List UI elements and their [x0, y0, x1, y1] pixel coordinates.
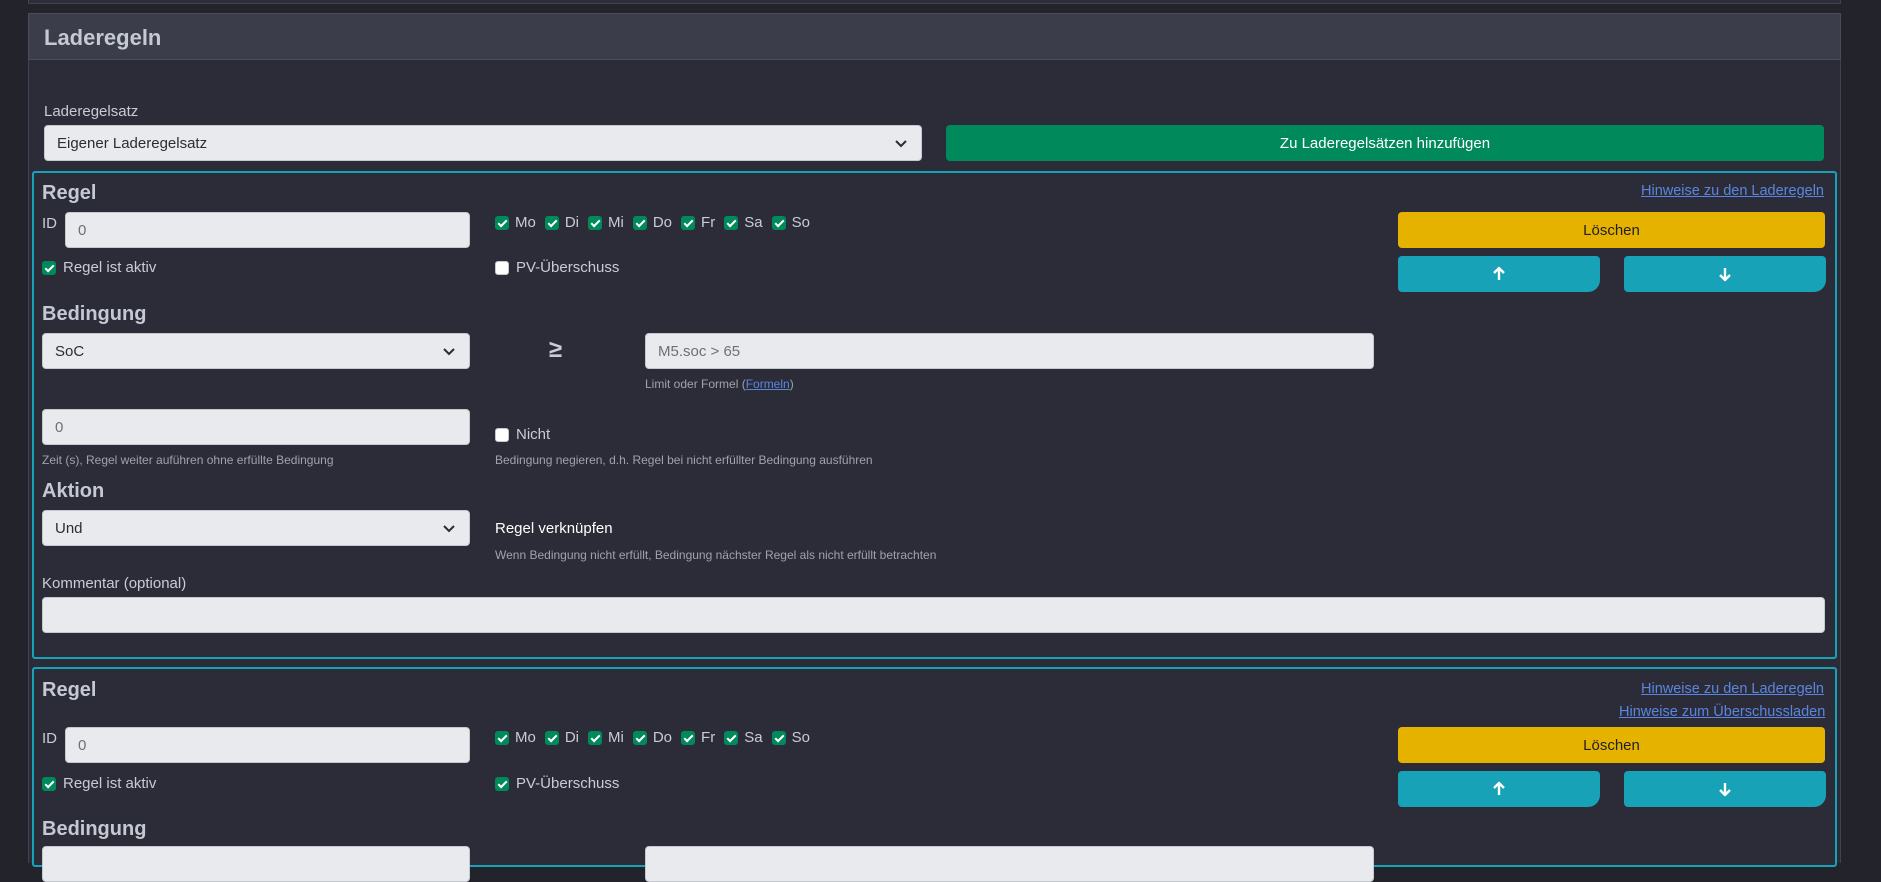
day-checkbox-mi[interactable]: Mi [588, 214, 624, 231]
pv-surplus-checkbox[interactable]: PV-Überschuss [495, 259, 619, 276]
checkbox-checked[interactable] [724, 215, 739, 230]
limit-help-text: Limit oder Formel (Formeln) [645, 377, 794, 391]
delay-time-value: 0 [55, 418, 64, 436]
hints-rules-link-2[interactable]: Hinweise zu den Laderegeln [1641, 681, 1824, 697]
negate-help: Bedingung negieren, d.h. Regel bei nicht… [495, 453, 873, 467]
day-checkbox-mi-2[interactable]: Mi [588, 729, 624, 746]
id-value-2: 0 [78, 736, 87, 754]
delete-button[interactable]: Löschen [1398, 212, 1825, 248]
day-checkbox-mo[interactable]: Mo [495, 214, 536, 231]
day-checkbox-fr-2[interactable]: Fr [681, 729, 715, 746]
day-checkbox-do-2[interactable]: Do [632, 729, 672, 746]
checkbox-checked[interactable] [771, 730, 786, 745]
day-checkbox-so-2[interactable]: So [771, 729, 810, 746]
day-checkbox-mo-2[interactable]: Mo [495, 729, 536, 746]
move-up-button[interactable] [1398, 256, 1600, 292]
comment-input[interactable] [42, 597, 1825, 633]
action-title: Aktion [42, 480, 105, 502]
day-checkbox-sa[interactable]: Sa [724, 214, 763, 231]
comment-label: Kommentar (optional) [42, 575, 187, 592]
checkbox-checked[interactable] [495, 215, 509, 230]
formulas-link[interactable]: Formeln [746, 377, 790, 391]
move-down-button-2[interactable] [1624, 771, 1826, 807]
rule-active-checkbox[interactable]: Regel ist aktiv [42, 259, 156, 276]
day-checkbox-di-2[interactable]: Di [544, 729, 579, 746]
delay-time-input[interactable]: 0 [42, 409, 470, 445]
checkbox-checked[interactable] [771, 215, 786, 230]
day-checkbox-fr[interactable]: Fr [681, 214, 715, 231]
hints-surplus-link[interactable]: Hinweise zum Überschussladen [1619, 704, 1825, 720]
day-checkbox-so[interactable]: So [771, 214, 810, 231]
checkbox-unchecked[interactable] [495, 427, 509, 442]
checkbox-checked[interactable] [42, 776, 56, 791]
ruleset-select[interactable]: Eigener Laderegelsatz [44, 125, 922, 161]
condition-title: Bedingung [42, 303, 147, 325]
condition-source-select-2[interactable] [42, 846, 470, 882]
checkbox-checked[interactable] [681, 215, 696, 230]
ruleset-label: Laderegelsatz [44, 103, 139, 120]
checkbox-checked[interactable] [42, 260, 56, 275]
id-input-2[interactable]: 0 [65, 727, 470, 763]
move-up-button-2[interactable] [1398, 771, 1600, 807]
card-title: Laderegeln [44, 25, 162, 50]
action-select-value: Und [55, 519, 83, 537]
condition-source-select[interactable]: SoC [42, 333, 470, 369]
chevron-down-icon [895, 140, 907, 148]
arrow-up-icon [1493, 266, 1505, 280]
limit-formula-value: M5.soc > 65 [658, 342, 741, 360]
checkbox-checked[interactable] [588, 215, 603, 230]
id-input[interactable]: 0 [65, 212, 470, 248]
rule-title-2: Regel [42, 679, 97, 701]
day-checkbox-do[interactable]: Do [632, 214, 672, 231]
limit-formula-input-2[interactable] [645, 846, 1374, 882]
weekday-checkboxes: Mo Di Mi Do Fr Sa So [495, 214, 819, 231]
checkbox-checked[interactable] [681, 730, 696, 745]
id-value: 0 [78, 221, 87, 239]
add-to-rulesets-button[interactable]: Zu Laderegelsätzen hinzufügen [946, 125, 1824, 161]
ruleset-select-value: Eigener Laderegelsatz [57, 134, 208, 152]
weekday-checkboxes-2: Mo Di Mi Do Fr Sa So [495, 729, 819, 746]
rule-active-checkbox-2[interactable]: Regel ist aktiv [42, 775, 156, 792]
id-label: ID [42, 215, 57, 232]
checkbox-unchecked[interactable] [495, 260, 509, 275]
checkbox-checked[interactable] [544, 730, 559, 745]
delay-time-help: Zeit (s), Regel weiter auführen ohne erf… [42, 453, 334, 467]
arrow-down-icon [1719, 268, 1731, 282]
operator-symbol: ≥ [549, 336, 563, 363]
arrow-down-icon [1719, 783, 1731, 797]
hints-rules-link[interactable]: Hinweise zu den Laderegeln [1641, 183, 1824, 199]
arrow-up-icon [1493, 781, 1505, 795]
checkbox-checked[interactable] [724, 730, 739, 745]
chevron-down-icon [443, 525, 455, 533]
checkbox-checked[interactable] [588, 730, 603, 745]
card-header [28, 13, 1841, 60]
condition-title-2: Bedingung [42, 818, 147, 840]
checkbox-checked[interactable] [495, 730, 509, 745]
checkbox-checked[interactable] [544, 215, 559, 230]
rule-card-2 [32, 667, 1837, 867]
day-checkbox-sa-2[interactable]: Sa [724, 729, 763, 746]
previous-card-edge [28, 0, 1841, 4]
rule-title: Regel [42, 182, 97, 204]
link-rule-help: Wenn Bedingung nicht erfüllt, Bedingung … [495, 548, 937, 562]
delete-button-2[interactable]: Löschen [1398, 727, 1825, 763]
chevron-down-icon [443, 348, 455, 356]
checkbox-checked[interactable] [495, 776, 509, 791]
checkbox-checked[interactable] [632, 730, 647, 745]
pv-surplus-checkbox-2[interactable]: PV-Überschuss [495, 775, 619, 792]
move-down-button[interactable] [1624, 256, 1826, 292]
checkbox-checked[interactable] [632, 215, 647, 230]
negate-checkbox[interactable]: Nicht [495, 426, 550, 443]
link-rule-title: Regel verknüpfen [495, 520, 613, 537]
condition-source-value: SoC [55, 342, 85, 360]
limit-formula-input[interactable]: M5.soc > 65 [645, 333, 1374, 369]
id-label-2: ID [42, 730, 57, 747]
day-checkbox-di[interactable]: Di [544, 214, 579, 231]
action-select[interactable]: Und [42, 510, 470, 546]
